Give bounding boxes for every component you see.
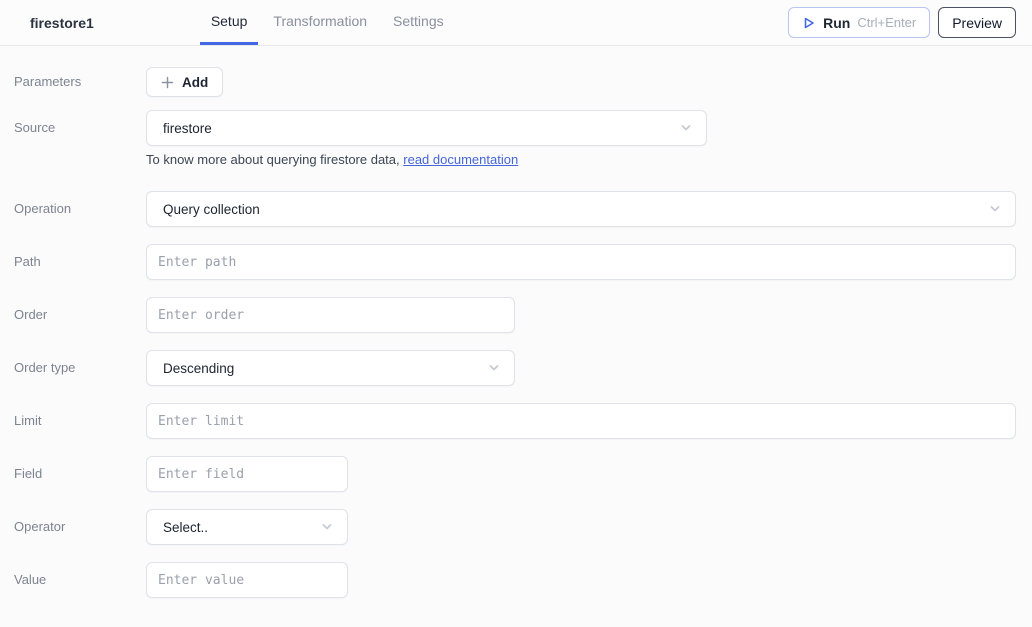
tab-transformation[interactable]: Transformation [262, 0, 378, 45]
query-setup-form: Parameters Add Source firestore To know … [0, 46, 1032, 598]
form-row-operation: Operation Query collection [14, 191, 1016, 227]
operator-label: Operator [14, 509, 146, 545]
play-icon [802, 16, 816, 30]
value-input[interactable] [146, 562, 348, 598]
form-row-order-type: Order type Descending [14, 350, 1016, 386]
form-row-order: Order [14, 297, 1016, 333]
preview-button-label: Preview [952, 15, 1002, 31]
path-input[interactable] [146, 244, 1016, 280]
source-helper-text: To know more about querying firestore da… [146, 152, 707, 167]
field-label: Field [14, 456, 146, 492]
form-row-limit: Limit [14, 403, 1016, 439]
chevron-down-icon [679, 121, 693, 135]
order-type-select-value: Descending [163, 361, 234, 376]
query-title: firestore1 [30, 15, 94, 31]
form-row-operator: Operator Select.. [14, 509, 1016, 545]
operation-select-value: Query collection [163, 202, 260, 217]
operation-select[interactable]: Query collection [146, 191, 1016, 227]
chevron-down-icon [320, 520, 334, 534]
tab-bar: Setup Transformation Settings [200, 0, 459, 45]
order-label: Order [14, 297, 146, 333]
parameters-label: Parameters [14, 67, 146, 97]
tab-settings-label: Settings [393, 13, 444, 29]
path-label: Path [14, 244, 146, 280]
header-actions: Run Ctrl+Enter Preview [788, 7, 1016, 38]
order-type-select[interactable]: Descending [146, 350, 515, 386]
read-documentation-link[interactable]: read documentation [403, 152, 518, 167]
source-select[interactable]: firestore [146, 110, 707, 146]
source-helper-prefix: To know more about querying firestore da… [146, 152, 403, 167]
form-row-value: Value [14, 562, 1016, 598]
query-editor-header: firestore1 Setup Transformation Settings… [0, 0, 1032, 46]
run-shortcut-hint: Ctrl+Enter [857, 15, 916, 30]
run-button[interactable]: Run Ctrl+Enter [788, 7, 930, 38]
limit-input[interactable] [146, 403, 1016, 439]
source-select-value: firestore [163, 121, 212, 136]
order-input[interactable] [146, 297, 515, 333]
source-label: Source [14, 110, 146, 167]
operator-select[interactable]: Select.. [146, 509, 348, 545]
run-button-label: Run [823, 15, 850, 31]
form-row-path: Path [14, 244, 1016, 280]
form-row-parameters: Parameters Add [14, 67, 1016, 97]
form-row-field: Field [14, 456, 1016, 492]
field-input[interactable] [146, 456, 348, 492]
limit-label: Limit [14, 403, 146, 439]
operator-select-value: Select.. [163, 520, 208, 535]
add-parameter-label: Add [182, 75, 208, 90]
order-type-label: Order type [14, 350, 146, 386]
tab-setup[interactable]: Setup [200, 0, 259, 45]
form-row-source: Source firestore To know more about quer… [14, 110, 1016, 167]
chevron-down-icon [487, 361, 501, 375]
preview-button[interactable]: Preview [938, 7, 1016, 38]
tab-settings[interactable]: Settings [382, 0, 455, 45]
plus-icon [161, 76, 174, 89]
tab-transformation-label: Transformation [273, 13, 367, 29]
operation-label: Operation [14, 191, 146, 227]
chevron-down-icon [988, 202, 1002, 216]
tab-setup-label: Setup [211, 13, 248, 29]
value-label: Value [14, 562, 146, 598]
add-parameter-button[interactable]: Add [146, 67, 223, 97]
